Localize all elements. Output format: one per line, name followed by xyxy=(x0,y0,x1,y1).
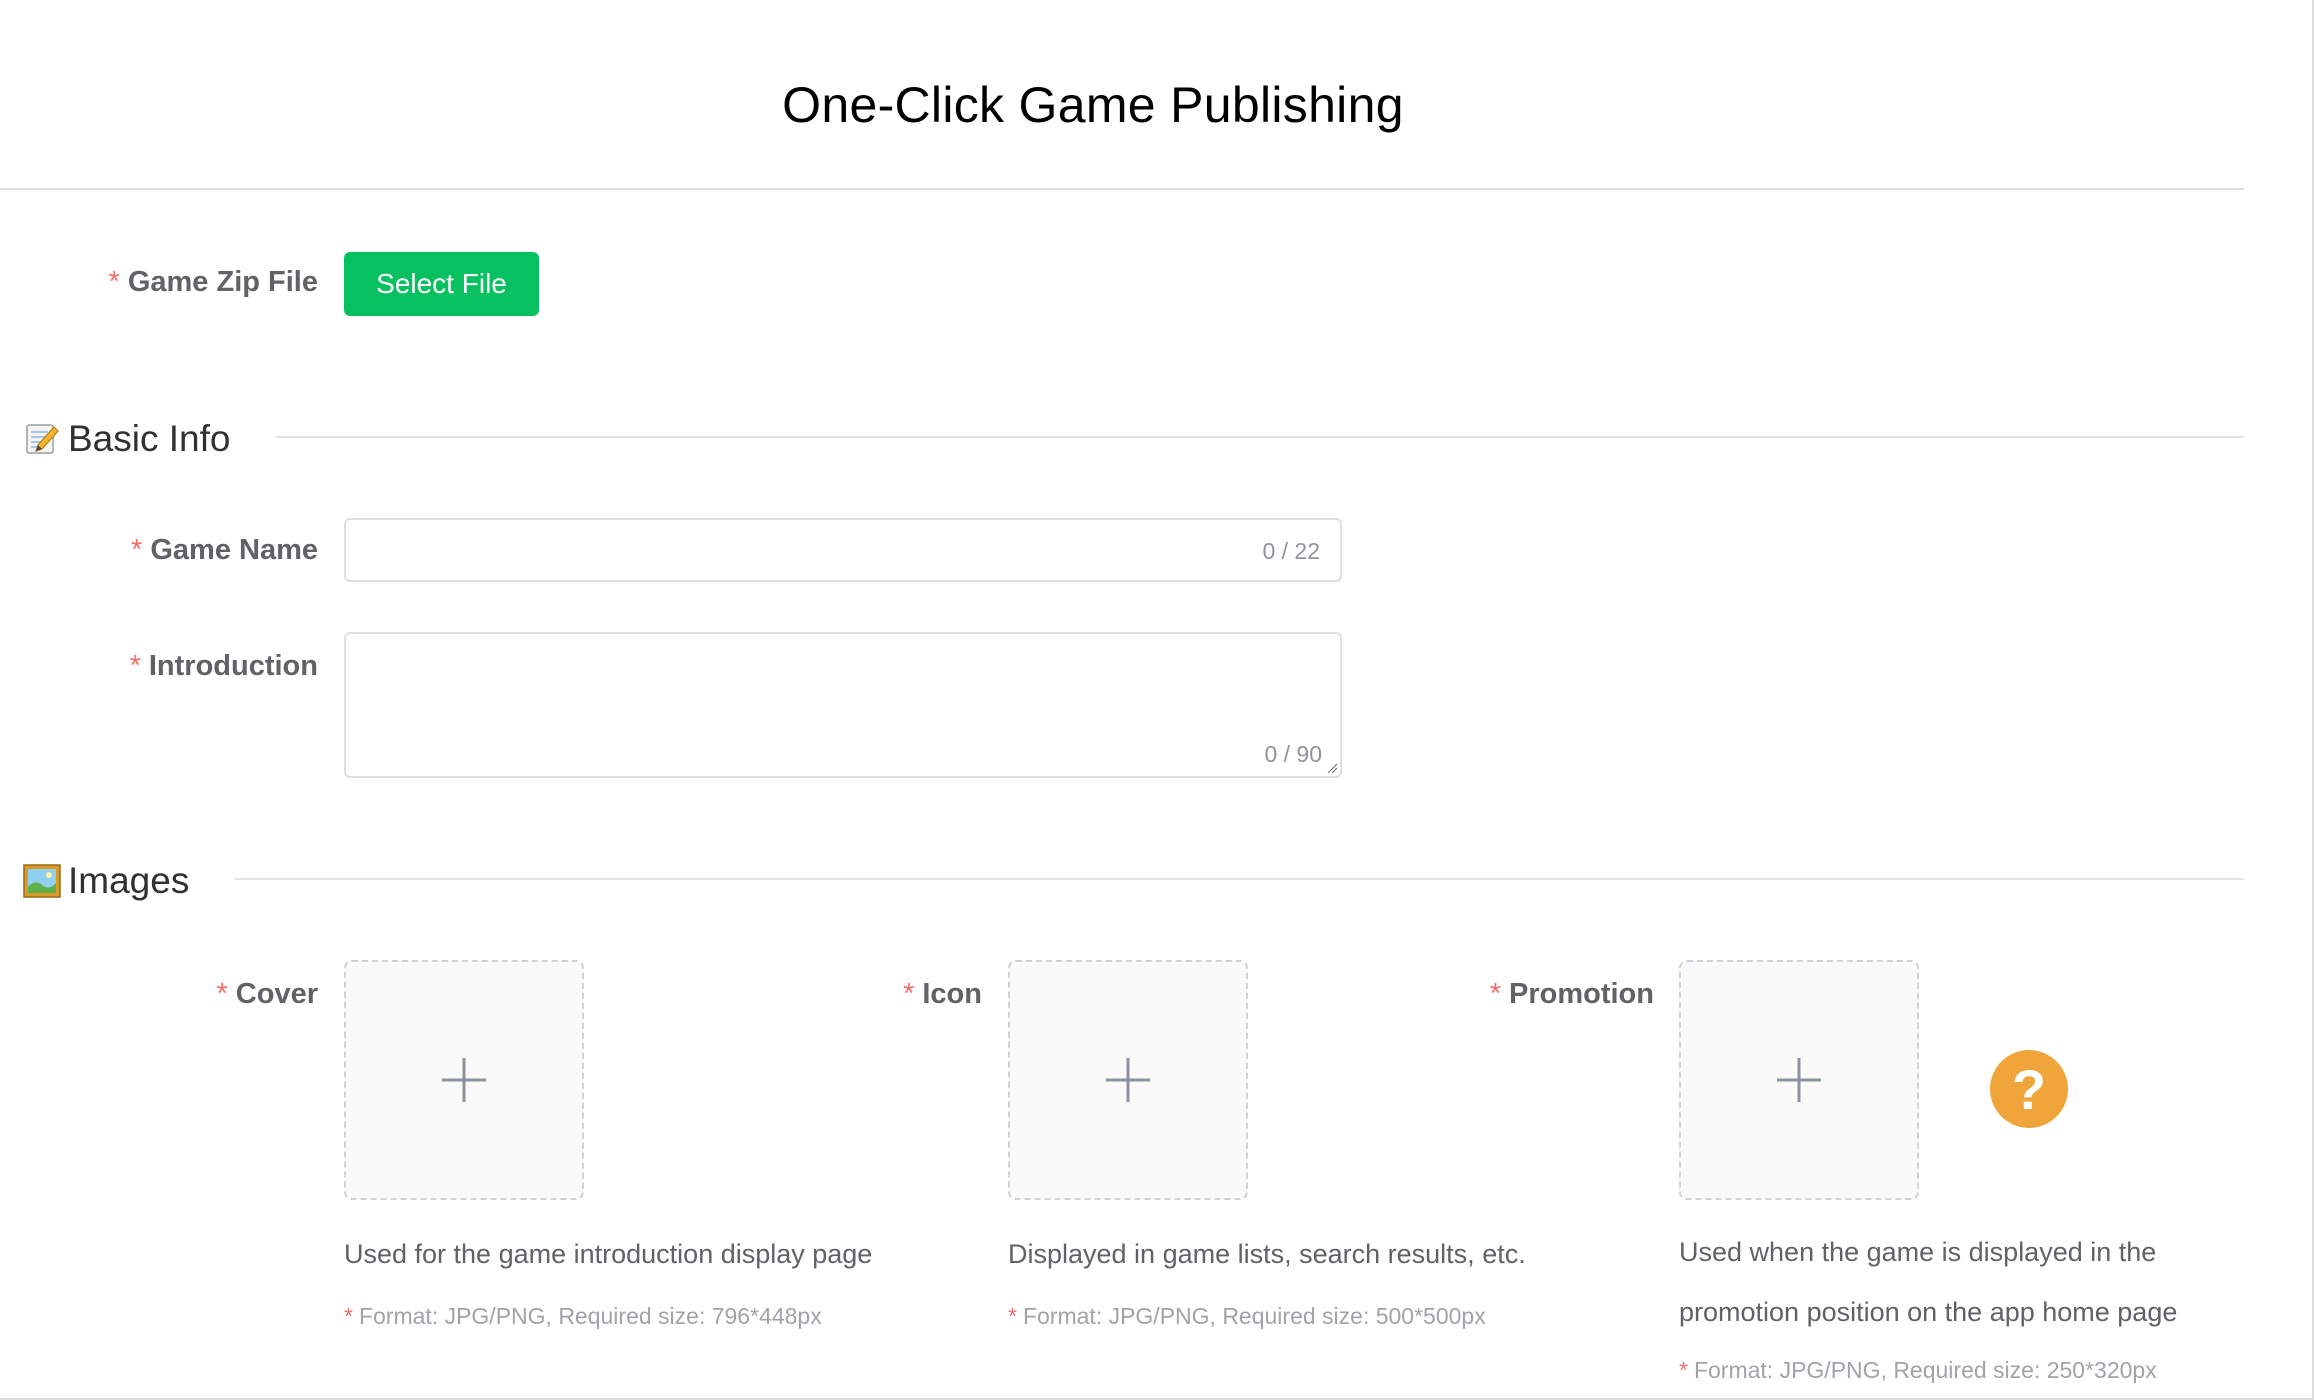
select-file-button[interactable]: Select File xyxy=(344,252,539,316)
required-mark: * xyxy=(216,978,228,1010)
basic-info-divider xyxy=(276,436,2244,438)
game-zip-file-label: * Game Zip File xyxy=(109,266,318,299)
game-name-label: * Game Name xyxy=(131,534,318,567)
introduction-label-text: Introduction xyxy=(148,650,318,682)
game-name-field[interactable]: 0 / 22 xyxy=(344,518,1342,582)
page: One-Click Game Publishing * Game Zip File… xyxy=(0,0,2314,1400)
icon-hint: * Format: JPG/PNG, Required size: 500*500… xyxy=(1008,1303,1486,1330)
cover-hint: * Format: JPG/PNG, Required size: 796*448… xyxy=(344,1303,822,1330)
plus-icon xyxy=(1106,1058,1150,1102)
cover-label: * Cover xyxy=(217,978,319,1011)
cover-uploader[interactable] xyxy=(344,960,584,1200)
hint-mark: * xyxy=(344,1303,353,1329)
promotion-label: * Promotion xyxy=(1490,978,1654,1011)
framed-picture-icon xyxy=(22,861,62,901)
introduction-textarea[interactable] xyxy=(366,646,1230,740)
images-title: Images xyxy=(68,860,190,901)
game-zip-file-label-text: Game Zip File xyxy=(127,266,318,298)
promotion-uploader[interactable] xyxy=(1679,960,1919,1200)
game-name-input[interactable] xyxy=(366,520,1230,582)
basic-info-section-header: Basic Info xyxy=(22,414,230,464)
basic-info-title: Basic Info xyxy=(68,418,231,459)
icon-description: Displayed in game lists, search results,… xyxy=(1008,1239,1526,1269)
hint-mark: * xyxy=(1679,1357,1688,1383)
game-name-label-text: Game Name xyxy=(150,534,318,566)
promotion-hint-text: Format: JPG/PNG, Required size: 250*320p… xyxy=(1693,1357,2157,1383)
icon-uploader[interactable] xyxy=(1008,960,1248,1200)
game-name-counter: 0 / 22 xyxy=(1262,538,1320,564)
introduction-label: * Introduction xyxy=(130,650,318,683)
icon-label-text: Icon xyxy=(922,978,982,1010)
cover-hint-text: Format: JPG/PNG, Required size: 796*448p… xyxy=(358,1303,822,1329)
promotion-label-text: Promotion xyxy=(1509,978,1654,1010)
required-mark: * xyxy=(131,534,143,566)
introduction-field[interactable]: 0 / 90 xyxy=(344,632,1342,778)
icon-hint-text: Format: JPG/PNG, Required size: 500*500p… xyxy=(1022,1303,1486,1329)
cover-description: Used for the game introduction display p… xyxy=(344,1239,873,1269)
images-section-header: Images xyxy=(22,856,189,906)
page-title: One-Click Game Publishing xyxy=(782,77,1404,133)
required-mark: * xyxy=(129,650,141,682)
promotion-description: Used when the game is displayed in the p… xyxy=(1679,1237,2178,1327)
help-question-icon[interactable]: ? xyxy=(1990,1050,2068,1128)
header: One-Click Game Publishing xyxy=(0,0,2244,190)
icon-label: * Icon xyxy=(903,978,982,1011)
introduction-counter: 0 / 90 xyxy=(1264,741,1322,767)
required-mark: * xyxy=(1489,978,1501,1010)
plus-icon xyxy=(442,1058,486,1102)
images-divider xyxy=(234,878,2244,880)
hint-mark: * xyxy=(1008,1303,1017,1329)
cover-label-text: Cover xyxy=(235,978,318,1010)
plus-icon xyxy=(1777,1058,1821,1102)
required-mark: * xyxy=(108,266,120,298)
promotion-hint: * Format: JPG/PNG, Required size: 250*320… xyxy=(1679,1357,2157,1384)
resize-handle-icon[interactable] xyxy=(1326,762,1338,774)
memo-icon xyxy=(22,419,62,459)
required-mark: * xyxy=(903,978,915,1010)
